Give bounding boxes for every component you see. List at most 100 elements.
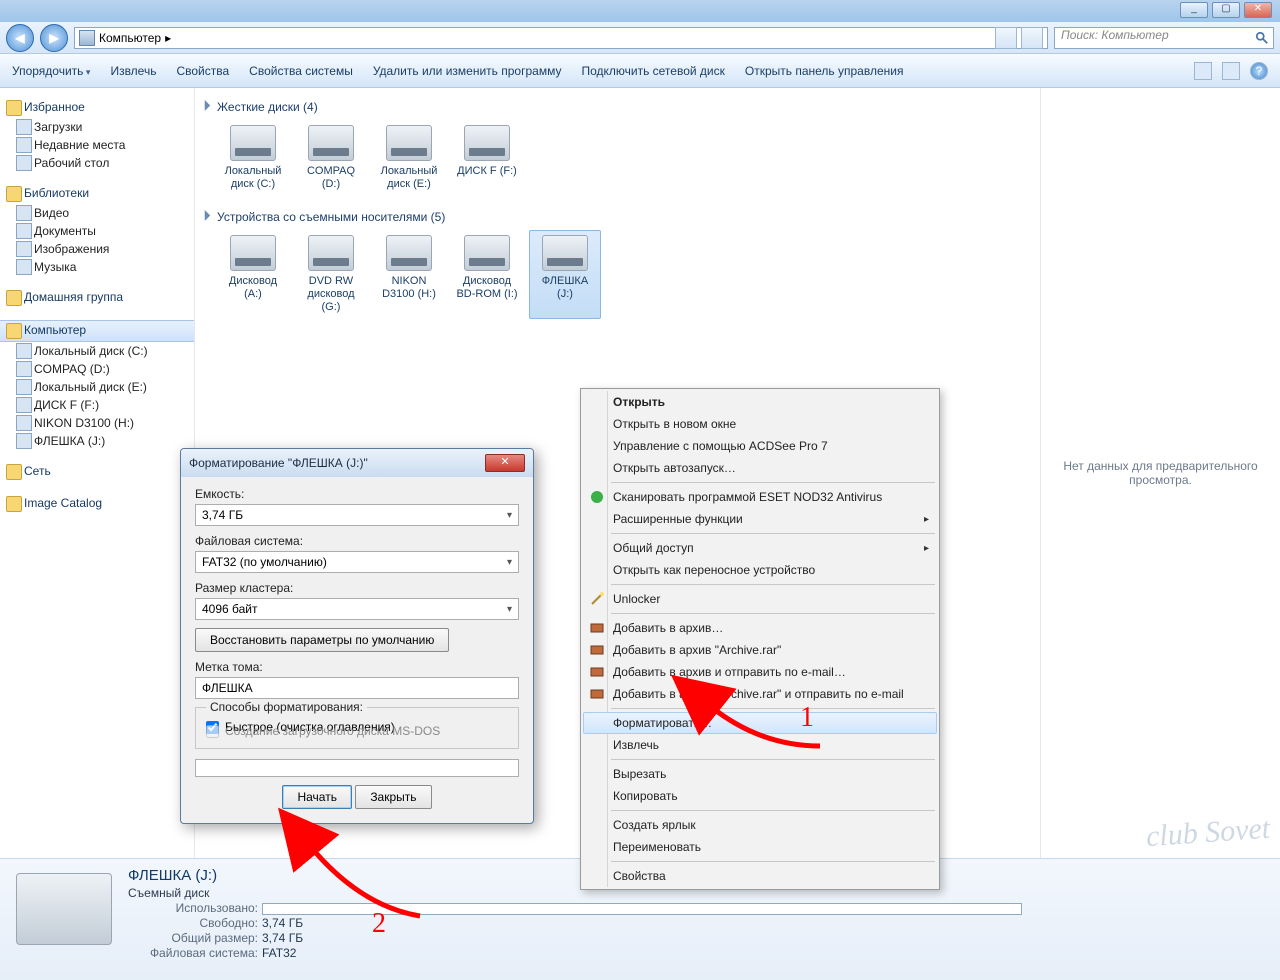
eset-icon [589,489,605,505]
address-bar[interactable]: Компьютер ▸ [74,27,1048,49]
sidebar-homegroup-header[interactable]: Домашняя группа [0,288,194,308]
sidebar-network-header[interactable]: Сеть [0,462,194,482]
ctx-share[interactable]: Общий доступ [583,537,937,559]
ctx-unlocker[interactable]: Unlocker [583,588,937,610]
sidebar-item-desktop[interactable]: Рабочий стол [0,154,194,172]
breadcrumb-sep-icon[interactable]: ▸ [165,31,171,45]
preview-empty-text: Нет данных для предварительного просмотр… [1051,459,1270,487]
ctx-autorun[interactable]: Открыть автозапуск… [583,457,937,479]
drive-label: DVD RW дисковод (G:) [300,275,362,314]
drive-item[interactable]: Локальный диск (E:) [373,120,445,196]
drive-item[interactable]: Дисковод BD-ROM (I:) [451,230,523,319]
sidebar-item-video[interactable]: Видео [0,204,194,222]
drive-icon [230,235,276,271]
command-toolbar: Упорядочить Извлечь Свойства Свойства си… [0,54,1280,88]
ctx-acdsee[interactable]: Управление с помощью ACDSee Pro 7 [583,435,937,457]
view-mode-button[interactable] [1194,62,1212,80]
toolbar-eject[interactable]: Извлечь [110,64,156,78]
ctx-eset-advanced[interactable]: Расширенные функции [583,508,937,530]
details-total-key: Общий размер: [128,931,258,945]
ctx-eject[interactable]: Извлечь [583,734,937,756]
filesystem-select[interactable]: FAT32 (по умолчанию) [195,551,519,573]
window-close-button[interactable]: ✕ [1244,2,1272,18]
ctx-format[interactable]: Форматировать… [583,712,937,734]
drive-label: Дисковод (A:) [222,275,284,301]
toolbar-map-network-drive[interactable]: Подключить сетевой диск [581,64,724,78]
drive-icon [464,235,510,271]
ctx-rar-add[interactable]: Добавить в архив… [583,617,937,639]
ctx-rar-archive-email[interactable]: Добавить в архив "Archive.rar" и отправи… [583,683,937,705]
drive-item[interactable]: COMPAQ (D:) [295,120,367,196]
refresh-button[interactable] [1021,27,1043,49]
volume-label-input[interactable]: ФЛЕШКА [195,677,519,699]
sidebar-item-drive-d[interactable]: COMPAQ (D:) [0,360,194,378]
sidebar-item-drive-c[interactable]: Локальный диск (C:) [0,342,194,360]
wand-icon [589,591,605,607]
ctx-cut[interactable]: Вырезать [583,763,937,785]
sidebar-item-drive-e[interactable]: Локальный диск (E:) [0,378,194,396]
ctx-create-shortcut[interactable]: Создать ярлык [583,814,937,836]
help-button[interactable]: ? [1250,62,1268,80]
ctx-copy[interactable]: Копировать [583,785,937,807]
drive-item[interactable]: DVD RW дисковод (G:) [295,230,367,319]
sidebar-item-drive-f[interactable]: ДИСК F (F:) [0,396,194,414]
drive-item[interactable]: Дисковод (A:) [217,230,289,319]
dialog-close-button[interactable]: ✕ [485,454,525,472]
ctx-open-new-window[interactable]: Открыть в новом окне [583,413,937,435]
winrar-icon [589,620,605,636]
start-button[interactable]: Начать [282,785,352,809]
toolbar-system-properties[interactable]: Свойства системы [249,64,353,78]
allocation-select[interactable]: 4096 байт [195,598,519,620]
details-free-value: 3,74 ГБ [262,916,303,930]
sidebar-libraries-header[interactable]: Библиотеки [0,184,194,204]
drive-icon [464,125,510,161]
sidebar-item-documents[interactable]: Документы [0,222,194,240]
toolbar-organize[interactable]: Упорядочить [12,64,90,78]
sidebar-item-recent[interactable]: Недавние места [0,136,194,154]
drive-item[interactable]: Локальный диск (C:) [217,120,289,196]
details-used-key: Использовано: [128,901,258,915]
details-fs-key: Файловая система: [128,946,258,960]
dropdown-history-button[interactable] [995,27,1017,49]
toolbar-control-panel[interactable]: Открыть панель управления [745,64,904,78]
toolbar-uninstall[interactable]: Удалить или изменить программу [373,64,562,78]
ctx-rar-add-archive[interactable]: Добавить в архив "Archive.rar" [583,639,937,661]
drive-item[interactable]: ФЛЕШКА (J:) [529,230,601,319]
sidebar-item-drive-j[interactable]: ФЛЕШКА (J:) [0,432,194,450]
sidebar-item-music[interactable]: Музыка [0,258,194,276]
drive-icon [230,125,276,161]
window-minimize-button[interactable]: _ [1180,2,1208,18]
toolbar-properties[interactable]: Свойства [176,64,229,78]
ctx-portable[interactable]: Открыть как переносное устройство [583,559,937,581]
drive-item[interactable]: NIKON D3100 (H:) [373,230,445,319]
close-button[interactable]: Закрыть [355,785,431,809]
ctx-rar-email[interactable]: Добавить в архив и отправить по e-mail… [583,661,937,683]
ctx-eset-scan[interactable]: Сканировать программой ESET NOD32 Antivi… [583,486,937,508]
search-input[interactable]: Поиск: Компьютер [1054,27,1274,49]
ctx-properties[interactable]: Свойства [583,865,937,887]
capacity-select[interactable]: 3,74 ГБ [195,504,519,526]
sidebar-computer-header[interactable]: Компьютер [0,320,194,342]
drive-icon [386,235,432,271]
drive-item[interactable]: ДИСК F (F:) [451,120,523,196]
restore-defaults-button[interactable]: Восстановить параметры по умолчанию [195,628,449,652]
ctx-open[interactable]: Открыть [583,391,937,413]
nav-forward-button[interactable]: ▶ [40,24,68,52]
sidebar-item-downloads[interactable]: Загрузки [0,118,194,136]
msdos-boot-check-input [206,725,219,738]
window-maximize-button[interactable]: ▢ [1212,2,1240,18]
breadcrumb-root[interactable]: Компьютер [99,31,161,45]
drive-icon [308,235,354,271]
dialog-titlebar[interactable]: Форматирование "ФЛЕШКА (J:)" ✕ [181,449,533,477]
annotation-number-1: 1 [800,702,814,734]
msdos-boot-checkbox: Создание загрузочного диска MS-DOS [206,724,508,738]
sidebar-item-pictures[interactable]: Изображения [0,240,194,258]
sidebar-image-catalog[interactable]: Image Catalog [0,494,194,514]
sidebar-favorites-header[interactable]: Избранное [0,98,194,118]
nav-back-button[interactable]: ◀ [6,24,34,52]
group-hard-drives-header[interactable]: Жесткие диски (4) [199,96,1036,120]
sidebar-item-drive-h[interactable]: NIKON D3100 (H:) [0,414,194,432]
preview-pane-button[interactable] [1222,62,1240,80]
group-removable-header[interactable]: Устройства со съемными носителями (5) [199,206,1036,230]
ctx-rename[interactable]: Переименовать [583,836,937,858]
